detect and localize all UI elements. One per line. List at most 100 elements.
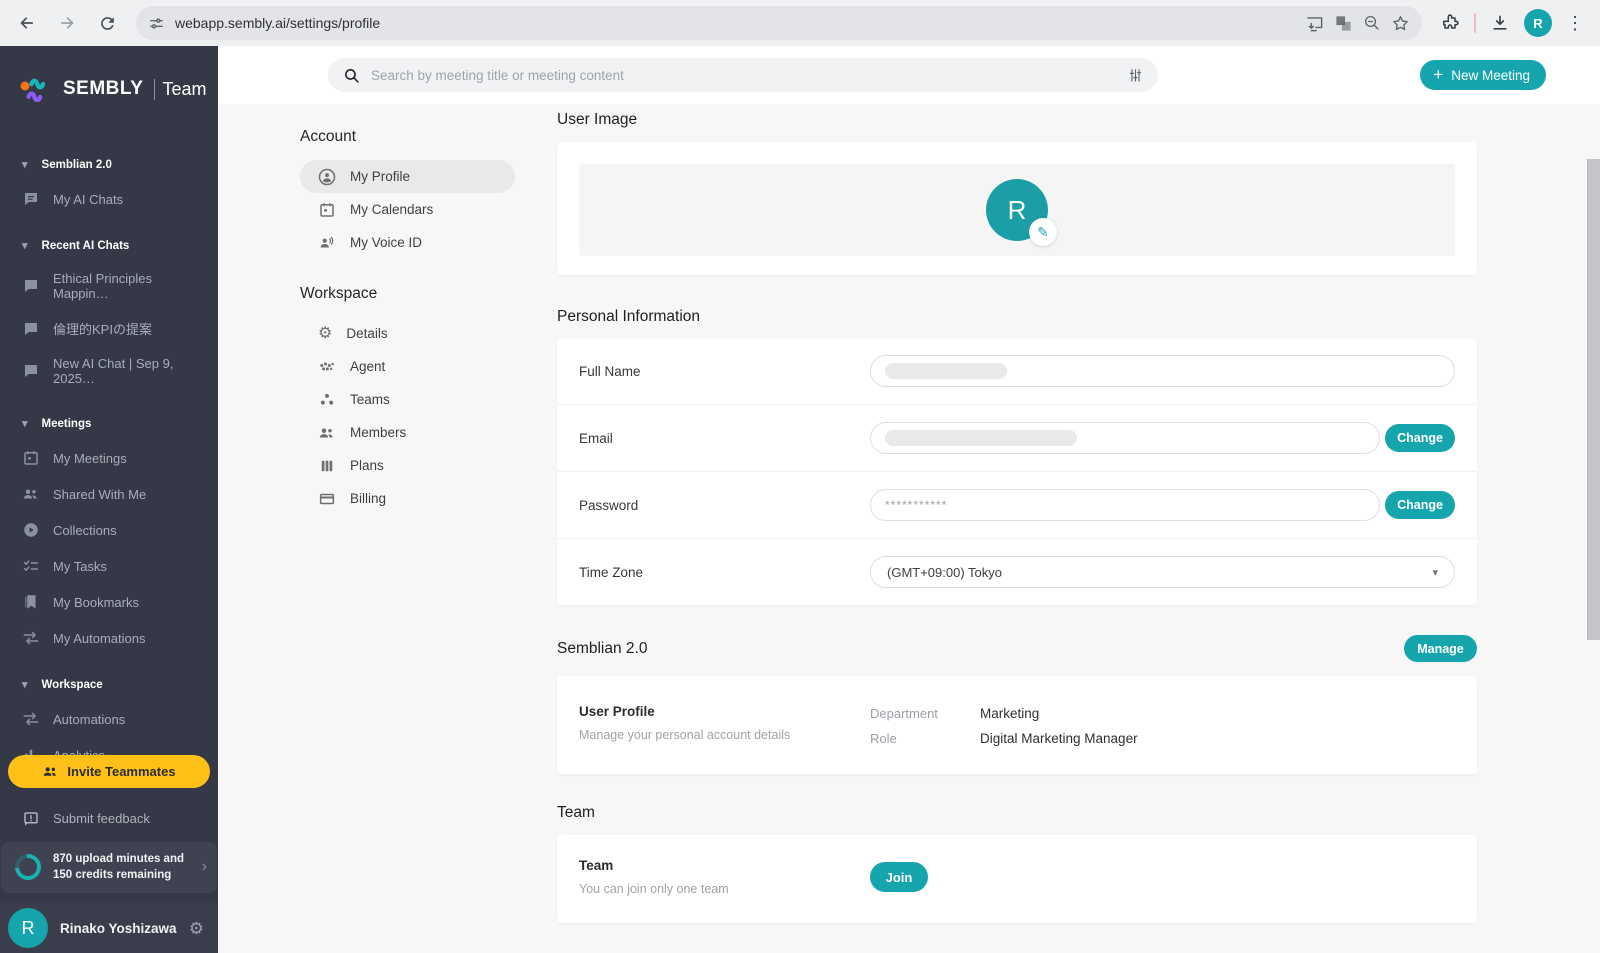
sidebar-item-collections[interactable]: Collections [0,512,218,548]
plus-icon: + [1433,65,1443,85]
password-input[interactable] [885,498,1365,512]
sidebar-item-label: My AI Chats [53,192,123,207]
settings-item-agent[interactable]: Agent [300,350,515,383]
user-image-dropzone[interactable]: R ✎ [579,164,1455,256]
change-email-button[interactable]: Change [1385,424,1455,452]
manage-button[interactable]: Manage [1404,635,1477,662]
sembly-logo[interactable]: SEMBLY Team [0,46,218,128]
avatar-initial: R [1008,195,1027,226]
profile-panel: User Image R ✎ Personal Information Full… [557,104,1477,953]
billing-card-icon [318,490,336,508]
people-icon [42,763,59,780]
credits-banner[interactable]: 870 upload minutes and 150 credits remai… [1,842,217,893]
browser-menu-icon[interactable]: ⋮ [1566,14,1584,32]
brand-suffix: Team [154,79,206,100]
settings-item-my-profile[interactable]: My Profile [300,160,515,193]
user-account-bar[interactable]: R Rinako Yoshizawa ⚙ [0,903,218,953]
sidebar-item-my-automations[interactable]: My Automations [0,620,218,656]
browser-back-button[interactable] [10,6,44,40]
sidebar-item-automations[interactable]: Automations [0,701,218,737]
url-text[interactable]: webapp.sembly.ai/settings/profile [175,15,1295,31]
submit-feedback-button[interactable]: Submit feedback [0,800,218,842]
semblian-card: User Profile Manage your personal accoun… [557,676,1477,774]
sidebar-item-label: New AI Chat | Sep 9, 2025… [53,356,202,386]
sidebar-section-workspace[interactable]: ▾ Workspace [0,668,218,701]
redacted-value [885,363,1007,379]
team-card: Team You can join only one team Join [557,835,1477,923]
sidebar-section-semblian[interactable]: ▾ Semblian 2.0 [0,148,218,181]
department-value: Marketing [980,706,1138,721]
settings-content: Account My Profile My Calendars My Voice… [218,104,1600,953]
search-input[interactable] [371,68,1116,83]
sidebar-item-my-ai-chats[interactable]: My AI Chats [0,181,218,217]
address-bar[interactable]: webapp.sembly.ai/settings/profile [136,6,1422,40]
settings-item-teams[interactable]: Teams [300,383,515,416]
toolbar-divider [1474,13,1476,33]
full-name-label: Full Name [579,364,870,379]
sidebar-item-my-bookmarks[interactable]: My Bookmarks [0,584,218,620]
sidebar-item-chat-ethical[interactable]: Ethical Principles Mappin… [0,262,218,310]
browser-toolbar: webapp.sembly.ai/settings/profile R ⋮ [0,0,1600,46]
automation-icon [22,629,40,647]
new-meeting-button[interactable]: + New Meeting [1420,60,1546,90]
sidebar-item-chat-new[interactable]: New AI Chat | Sep 9, 2025… [0,347,218,395]
email-field[interactable] [870,422,1380,454]
sidebar-item-label: Automations [53,712,125,727]
settings-item-label: Details [346,326,387,341]
settings-item-members[interactable]: Members [300,416,515,449]
downloads-icon[interactable] [1490,13,1510,33]
credits-line2: 150 credits remaining [53,869,171,881]
sidebar-item-label: Ethical Principles Mappin… [53,271,202,301]
sidebar-item-label: My Tasks [53,559,107,574]
user-image-heading: User Image [557,111,1477,129]
bookmark-star-icon[interactable] [1391,14,1410,33]
scrollbar-thumb[interactable] [1587,159,1600,640]
calendar-icon [22,449,40,467]
zoom-out-icon[interactable] [1363,14,1381,32]
join-team-button[interactable]: Join [870,862,928,892]
user-avatar: R [8,908,48,948]
settings-item-billing[interactable]: Billing [300,482,515,515]
section-label: Recent AI Chats [42,240,130,252]
site-settings-icon[interactable] [148,15,165,32]
browser-reload-button[interactable] [90,6,124,40]
timezone-label: Time Zone [579,565,870,580]
chat-icon [22,277,40,295]
settings-item-label: My Profile [350,169,410,184]
translate-icon[interactable] [1334,14,1353,33]
settings-item-plans[interactable]: Plans [300,449,515,482]
credits-line1: 870 upload minutes and [53,853,184,865]
invite-teammates-button[interactable]: Invite Teammates [8,755,210,788]
full-name-field[interactable] [870,355,1455,387]
search-filter-icon[interactable] [1127,67,1144,84]
reload-icon [98,14,117,33]
sidebar-item-my-meetings[interactable]: My Meetings [0,440,218,476]
app-sidebar: SEMBLY Team ▾ Semblian 2.0 My AI Chats ▾… [0,46,218,953]
browser-profile-avatar[interactable]: R [1524,9,1552,37]
profile-avatar[interactable]: R ✎ [986,179,1048,241]
sidebar-item-shared-with-me[interactable]: Shared With Me [0,476,218,512]
install-app-icon[interactable] [1305,14,1324,33]
sidebar-section-recent-chats[interactable]: ▾ Recent AI Chats [0,229,218,262]
extensions-icon[interactable] [1440,13,1460,33]
settings-item-my-calendars[interactable]: My Calendars [300,193,515,226]
role-label: Role [870,731,980,746]
meeting-search[interactable] [328,58,1158,92]
personal-info-heading: Personal Information [557,308,1477,326]
sidebar-item-my-tasks[interactable]: My Tasks [0,548,218,584]
settings-item-my-voice-id[interactable]: My Voice ID [300,226,515,259]
sidebar-section-meetings[interactable]: ▾ Meetings [0,407,218,440]
change-password-button[interactable]: Change [1385,491,1455,519]
sidebar-item-chat-kpi[interactable]: 倫理的KPIの提案 [0,310,218,347]
settings-gear-icon[interactable]: ⚙ [189,920,204,937]
timezone-select[interactable]: (GMT+09:00) Tokyo ▾ [870,556,1455,588]
email-row: Email Change [557,404,1477,471]
settings-item-details[interactable]: ⚙ Details [300,317,515,350]
password-field[interactable] [870,489,1380,521]
browser-forward-button[interactable] [50,6,84,40]
people-icon [22,485,40,503]
user-profile-subtitle: Manage your personal account details [579,728,870,742]
team-heading: Team [557,804,1477,822]
new-meeting-label: New Meeting [1451,68,1530,83]
edit-avatar-button[interactable]: ✎ [1029,218,1057,246]
